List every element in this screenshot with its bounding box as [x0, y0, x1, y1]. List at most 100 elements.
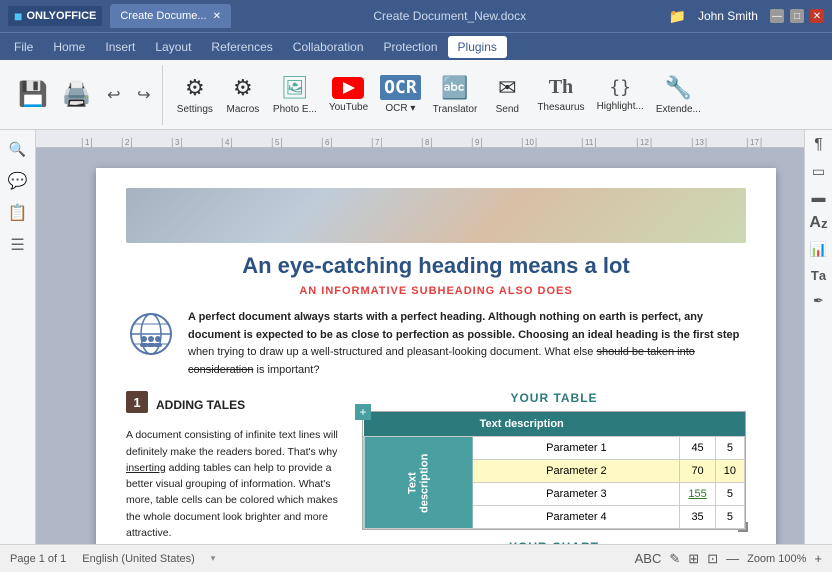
- extended-icon: 🔧: [665, 75, 692, 101]
- close-button[interactable]: ✕: [810, 9, 824, 23]
- folder-icon[interactable]: 📁: [669, 8, 686, 25]
- sidebar-icon-search[interactable]: 🔍: [3, 134, 33, 164]
- document-title: Create Document_New.docx: [373, 9, 526, 23]
- tab-close-icon[interactable]: ✕: [213, 11, 221, 22]
- track-changes-icon[interactable]: ✎: [669, 551, 680, 567]
- table-resize-handle[interactable]: [738, 522, 748, 532]
- save-button[interactable]: 💾: [12, 67, 54, 123]
- language-indicator[interactable]: English (United States): [82, 553, 195, 565]
- table-cell-param4: Parameter 4: [473, 506, 680, 529]
- spell-check-icon[interactable]: ABC: [635, 551, 662, 566]
- minimize-button[interactable]: —: [770, 9, 784, 23]
- document-tab[interactable]: Create Docume... ✕: [110, 4, 231, 28]
- document-intro-text: A perfect document always starts with a …: [188, 309, 746, 379]
- menu-plugins[interactable]: Plugins: [448, 36, 507, 58]
- translator-button[interactable]: 🔤 Translator: [427, 67, 484, 123]
- photo-editor-button[interactable]: 🖼 Photo E...: [267, 67, 323, 123]
- table-cell-param2: Parameter 2: [473, 460, 680, 483]
- ocr-button[interactable]: OCR OCR ▾: [374, 67, 427, 123]
- redo-button[interactable]: ↪: [130, 67, 158, 123]
- menu-file[interactable]: File: [4, 36, 43, 58]
- settings-button[interactable]: ⚙ Settings: [171, 67, 219, 123]
- menu-insert[interactable]: Insert: [95, 36, 145, 58]
- table-cell-val2-1: 70: [680, 460, 715, 483]
- status-bar: Page 1 of 1 English (United States) ▾ AB…: [0, 544, 832, 572]
- sidebar-icon-navigate[interactable]: 📋: [3, 198, 33, 228]
- status-left: Page 1 of 1 English (United States) ▾: [10, 553, 215, 565]
- menu-home[interactable]: Home: [43, 36, 95, 58]
- app-logo: ■ ONLYOFFICE: [8, 6, 102, 26]
- page-layout-icon[interactable]: ▭: [808, 160, 830, 182]
- zoom-level: Zoom 100%: [747, 553, 806, 565]
- text-format-icon[interactable]: Az: [808, 212, 830, 234]
- menu-layout[interactable]: Layout: [145, 36, 201, 58]
- settings-icon: ⚙: [185, 75, 205, 101]
- chart-icon[interactable]: 📊: [808, 238, 830, 260]
- menu-protection[interactable]: Protection: [374, 36, 448, 58]
- section-title: ADDING TALES: [156, 398, 245, 412]
- youtube-icon: [332, 77, 364, 99]
- zoom-out-icon[interactable]: —: [726, 551, 739, 566]
- row-side-header: Textdescription: [364, 437, 473, 529]
- sidebar-icon-list[interactable]: ☰: [3, 230, 33, 260]
- table-cell-val3-1: 155: [680, 483, 715, 506]
- table-cell-val1-1: 45: [680, 437, 715, 460]
- photo-editor-label: Photo E...: [273, 104, 317, 115]
- youtube-button[interactable]: YouTube: [323, 67, 374, 123]
- view-mode-icon[interactable]: ⊞: [688, 551, 699, 567]
- thesaurus-icon: Th: [549, 76, 573, 99]
- photo-editor-icon: 🖼: [281, 75, 309, 101]
- zoom-in-icon[interactable]: +: [814, 551, 822, 566]
- send-label: Send: [496, 104, 519, 115]
- document-intro-section: A perfect document always starts with a …: [126, 309, 746, 379]
- send-button[interactable]: ✉ Send: [483, 67, 531, 123]
- plugin-toolbar: 💾 🖨️ ↩ ↪ ⚙ Settings ⚙ Macros 🖼 Photo E..…: [0, 60, 832, 130]
- user-name: John Smith: [698, 9, 758, 23]
- menu-collaboration[interactable]: Collaboration: [283, 36, 374, 58]
- print-icon: 🖨️: [62, 80, 92, 109]
- menu-bar: File Home Insert Layout References Colla…: [0, 32, 832, 60]
- highlight-icon: {}: [609, 77, 631, 98]
- thesaurus-button[interactable]: Th Thesaurus: [531, 67, 590, 123]
- table-cell-param1: Parameter 1: [473, 437, 680, 460]
- table-cell-val3-2: 5: [715, 483, 744, 506]
- maximize-button[interactable]: □: [790, 9, 804, 23]
- extended-button[interactable]: 🔧 Extende...: [650, 67, 707, 123]
- highlight-button[interactable]: {} Highlight...: [591, 67, 650, 123]
- extended-label: Extende...: [656, 104, 701, 115]
- send-icon: ✉: [498, 75, 516, 101]
- undo-icon: ↩: [107, 85, 120, 105]
- font-size-icon[interactable]: Tа: [808, 264, 830, 286]
- translator-label: Translator: [433, 104, 478, 115]
- section-number: 1: [126, 391, 148, 413]
- ruler-horizontal: │1│ │2│ │3│ │4│ │5│ │6│ │7│ │8│ │9│ │10│…: [36, 130, 804, 148]
- ocr-label: OCR ▾: [385, 103, 415, 114]
- page-wrapper: An eye-catching heading means a lot AN I…: [36, 148, 804, 544]
- signature-icon[interactable]: ✒: [808, 290, 830, 312]
- side-panel-icon[interactable]: ▬: [808, 186, 830, 208]
- language-arrow: ▾: [211, 553, 216, 564]
- print-button[interactable]: 🖨️: [56, 67, 98, 123]
- two-column-section: 1 ADDING TALES A document consisting of …: [126, 391, 746, 544]
- table-row: Textdescription Parameter 1 45 5: [364, 437, 745, 460]
- document-subtitle: AN INFORMATIVE SUBHEADING ALSO DOES: [126, 285, 746, 297]
- youtube-play-triangle: [343, 82, 355, 94]
- ocr-icon: OCR: [380, 75, 421, 100]
- thesaurus-label: Thesaurus: [537, 102, 584, 113]
- section-body-text: A document consisting of infinite text l…: [126, 427, 346, 541]
- menu-references[interactable]: References: [201, 36, 282, 58]
- plugins-group: ⚙ Settings ⚙ Macros 🖼 Photo E... YouTube…: [167, 65, 711, 125]
- macros-button[interactable]: ⚙ Macros: [219, 67, 267, 123]
- app-layout: 🔍 💬 📋 ☰ │1│ │2│ │3│ │4│ │5│ │6│ │7│ │8│ …: [0, 130, 832, 544]
- translator-icon: 🔤: [441, 75, 468, 101]
- document-area[interactable]: │1│ │2│ │3│ │4│ │5│ │6│ │7│ │8│ │9│ │10│…: [36, 130, 804, 544]
- table-title: YOUR TABLE: [362, 391, 746, 405]
- fit-page-icon[interactable]: ⊡: [707, 551, 718, 567]
- title-bar: ■ ONLYOFFICE Create Docume... ✕ Create D…: [0, 0, 832, 32]
- table-cell-param3: Parameter 3: [473, 483, 680, 506]
- paragraph-mark-icon[interactable]: ¶: [808, 134, 830, 156]
- undo-button[interactable]: ↩: [100, 67, 128, 123]
- page-count: Page 1 of 1: [10, 553, 66, 565]
- table-add-icon[interactable]: +: [355, 404, 371, 420]
- sidebar-icon-comments[interactable]: 💬: [3, 166, 33, 196]
